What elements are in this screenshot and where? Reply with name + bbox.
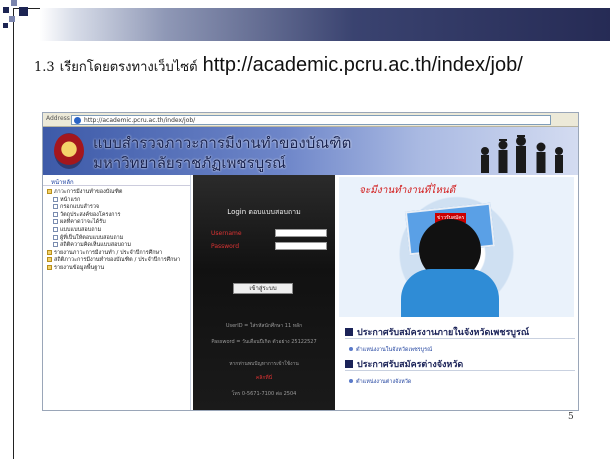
step-number: 1.3 bbox=[34, 60, 55, 75]
sidebar-item[interactable]: ภาวะการมีงานทำของบัณฑิต bbox=[47, 189, 180, 197]
login-help-link[interactable]: คลิกที่นี่ bbox=[199, 375, 329, 382]
jobs-panel: จะมีงานทำงานที่ไหนดี ข่าวรับสมัคร ประกาศ… bbox=[335, 175, 578, 410]
decorative-square bbox=[3, 23, 8, 28]
login-note-help: หากท่านพบปัญหาการเข้าใช้งาน bbox=[229, 361, 299, 367]
website-screenshot: Address http://academic.pcru.ac.th/index… bbox=[42, 112, 579, 411]
section-divider bbox=[345, 338, 575, 339]
address-input[interactable]: http://academic.pcru.ac.th/index/job/ bbox=[71, 115, 551, 125]
login-note-phone: โทร 0-5671-7100 ต่อ 2504 bbox=[231, 391, 297, 397]
username-input[interactable] bbox=[275, 229, 327, 237]
site-banner: แบบสำรวจภาวะการมีงานทำของบัณฑิต มหาวิทยา… bbox=[43, 127, 578, 175]
instruction-text: เรียกโดยตรงทางเว็บไซต์ bbox=[59, 60, 198, 75]
page-icon bbox=[53, 226, 58, 232]
sidebar-item[interactable]: แบบแบบสอบถาม bbox=[47, 226, 180, 235]
folder-icon bbox=[47, 189, 52, 194]
login-note-password: Password = วันเดือนปีเกิด ตัวอย่าง 25122… bbox=[211, 339, 317, 345]
local-jobs-link[interactable]: ตำแหน่งงานในจังหวัดเพชรบูรณ์ bbox=[349, 346, 432, 354]
job-poster-image: จะมีงานทำงานที่ไหนดี ข่าวรับสมัคร bbox=[339, 177, 574, 317]
username-label: Username bbox=[211, 230, 242, 237]
other-province-jobs-heading: ประกาศรับสมัครต่างจังหวัด bbox=[345, 357, 463, 371]
decorative-square bbox=[9, 16, 15, 22]
folder-icon bbox=[47, 257, 52, 263]
instruction-url: http://academic.pcru.ac.th/index/job/ bbox=[202, 54, 523, 76]
login-panel: Login ตอบแบบสอบถาม Username Password เข้… bbox=[193, 175, 335, 410]
slide-instruction: 1.3 เรียกโดยตรงทางเว็บไซต์ http://academ… bbox=[34, 54, 523, 77]
decorative-square bbox=[11, 0, 17, 6]
page-icon bbox=[53, 204, 58, 210]
decorative-square bbox=[19, 7, 28, 16]
sidebar-tree: ภาวะการมีงานทำของบัณฑิต หน้าแรก กรอกแบบส… bbox=[47, 189, 180, 273]
other-province-jobs-link[interactable]: ตำแหน่งงานต่างจังหวัด bbox=[349, 378, 411, 386]
page-icon bbox=[53, 242, 58, 248]
link-bullet-icon bbox=[349, 347, 353, 351]
password-label: Password bbox=[211, 243, 240, 250]
link-bullet-icon bbox=[349, 379, 353, 383]
password-input[interactable] bbox=[275, 242, 327, 250]
folder-icon bbox=[47, 249, 52, 255]
page-icon bbox=[74, 117, 81, 124]
page-icon bbox=[53, 234, 58, 240]
sidebar-home-tab[interactable]: หน้าหลัก bbox=[43, 177, 191, 186]
graduates-icon bbox=[481, 135, 563, 173]
page-icon bbox=[53, 211, 58, 217]
site-subtitle: มหาวิทยาลัยราชภัฏเพชรบูรณ์ bbox=[93, 154, 287, 172]
person-body-icon bbox=[401, 269, 499, 317]
address-value: http://academic.pcru.ac.th/index/job/ bbox=[84, 117, 196, 124]
browser-address-bar: Address http://academic.pcru.ac.th/index… bbox=[43, 113, 578, 127]
page-icon bbox=[53, 219, 58, 225]
page-icon bbox=[53, 196, 58, 202]
sidebar-item[interactable]: สถิติความคิดเห็นแบบสอบถาม bbox=[47, 242, 180, 250]
university-seal-icon bbox=[54, 133, 84, 169]
sidebar-item[interactable]: รายงานข้อมูลพื้นฐาน bbox=[47, 264, 180, 273]
decorative-square bbox=[3, 7, 9, 13]
section-bullet-icon bbox=[345, 328, 353, 336]
sidebar-item[interactable]: กรอกแบบสำรวจ bbox=[47, 204, 180, 212]
slide-title-bar bbox=[40, 8, 610, 41]
section-divider bbox=[345, 370, 575, 371]
login-header: Login ตอบแบบสอบถาม bbox=[227, 208, 301, 216]
login-note-userid: UserID = ใส่รหัสนักศึกษา 11 หลัก bbox=[225, 323, 303, 329]
folder-icon bbox=[47, 264, 52, 270]
address-label: Address bbox=[46, 115, 70, 122]
page-number: 5 bbox=[568, 412, 574, 422]
login-button[interactable]: เข้าสู่ระบบ bbox=[233, 283, 293, 294]
local-jobs-heading: ประกาศรับสมัครงานภายในจังหวัดเพชรบูรณ์ bbox=[345, 325, 529, 339]
slide: 1.3 เรียกโดยตรงทางเว็บไซต์ http://academ… bbox=[0, 0, 610, 459]
site-sidebar: หน้าหลัก ภาวะการมีงานทำของบัณฑิต หน้าแรก… bbox=[43, 175, 191, 410]
poster-slogan: จะมีงานทำงานที่ไหนดี bbox=[359, 185, 456, 196]
sidebar-item[interactable]: ผลที่คาดว่าจะได้รับ bbox=[47, 219, 180, 227]
section-bullet-icon bbox=[345, 360, 353, 368]
sidebar-item[interactable]: สถิติภาวะการมีงานทำของบัณฑิต / ประจำปีกา… bbox=[47, 257, 180, 265]
